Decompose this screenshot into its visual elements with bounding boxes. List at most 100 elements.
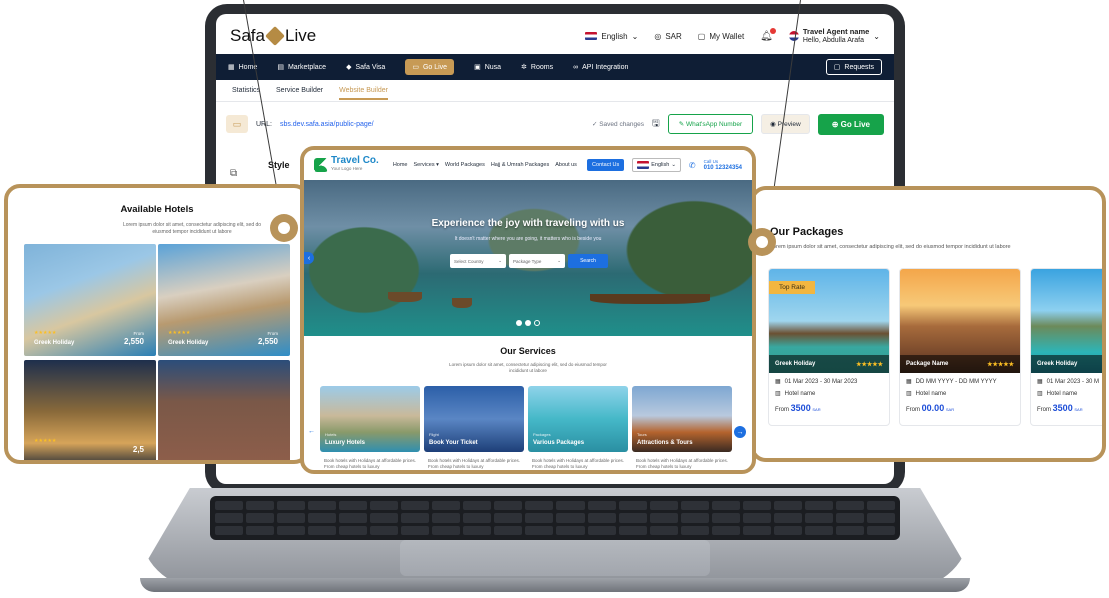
package-card[interactable]: Package Name ★★★★★ ▦ DD MM YYYY - DD MM YY…	[899, 268, 1021, 426]
trackpad	[400, 540, 710, 576]
package-card[interactable]: Top Rate Greek Holiday ★★★★★ ▦ 01 Mar 2023…	[768, 268, 890, 426]
chevron-down-icon: ⌄	[631, 31, 639, 41]
service-card[interactable]: Packages Various Packages	[528, 386, 628, 452]
package-dates: DD MM YYYY - DD MM YYYY	[915, 378, 997, 385]
nav-home[interactable]: ▦ Home	[228, 63, 257, 72]
hotel-card[interactable]: ★★★★★ Greek Holiday From 2,550	[24, 244, 156, 356]
logo-text-2: Live	[284, 26, 317, 45]
keyboard-key	[866, 513, 895, 523]
our-packages-card: Our Packages Lorem ipsum dolor sit amet,…	[750, 186, 1106, 462]
site-logo[interactable]: Travel Co. Your Logo Here	[314, 156, 379, 173]
nav-go-live[interactable]: ▭ Go Live	[405, 59, 455, 75]
hotel-card[interactable]: ★★★★★ Greek Holiday From 2,550	[158, 244, 290, 356]
keyboard-key	[525, 501, 554, 511]
whatsapp-number-button[interactable]: ✎ What'sApp Number	[667, 114, 754, 134]
builder-tabs: Statistics Service Builder Website Build…	[216, 80, 894, 102]
us-flag-icon	[585, 32, 598, 40]
keyboard-key	[277, 525, 306, 535]
style-panel-icon[interactable]: ⧉	[230, 168, 237, 179]
tab-service-builder[interactable]: Service Builder	[276, 87, 323, 94]
price-value: 00.00	[921, 403, 945, 413]
cube-icon: ◆	[346, 64, 352, 71]
hotel-name: Greek Holiday	[34, 340, 75, 346]
tab-statistics[interactable]: Statistics	[232, 87, 260, 94]
requests-button[interactable]: ▢ Requests	[825, 59, 882, 75]
nav-rooms[interactable]: ✲ Rooms	[521, 63, 553, 72]
agent-profile[interactable]: Travel Agent name Hello, Abdulla Arafa ⌄	[788, 27, 880, 45]
requests-label: Requests	[844, 63, 874, 71]
keyboard-key	[215, 513, 244, 523]
nav-marketplace[interactable]: ▤ Marketplace	[277, 63, 326, 72]
service-category: Tours	[637, 432, 647, 437]
site-language-selector[interactable]: English ⌄	[632, 158, 681, 172]
tab-website-builder[interactable]: Website Builder	[339, 87, 388, 100]
keyboard-key	[463, 501, 492, 511]
currency-selector[interactable]: ◎ SAR	[654, 32, 681, 41]
keyboard-key	[556, 525, 585, 535]
builder-url-row: ▭ URL: sbs.dev.safa.asia/public-page/ ✓ …	[216, 110, 894, 138]
keyboard-key	[649, 501, 678, 511]
search-button[interactable]: Search	[568, 254, 608, 268]
package-stars: ★★★★★	[987, 361, 1014, 368]
keyboard-key	[835, 513, 864, 523]
keyboard-key	[339, 501, 368, 511]
hero-prev-arrow[interactable]: ‹	[304, 252, 314, 264]
save-icon[interactable]: 🖫︎	[652, 116, 660, 132]
nav-safa-visa[interactable]: ◆ Safa Visa	[346, 63, 385, 72]
service-description: Book hotels with Holidays at affordable …	[532, 458, 624, 469]
nav-api-integration[interactable]: ∞ API Integration	[573, 64, 628, 71]
hotel-card[interactable]	[158, 360, 290, 460]
hotels-title: Available Hotels	[120, 204, 194, 215]
saved-text: Saved changes	[599, 121, 645, 128]
service-card[interactable]: Hotels Luxury Hotels	[320, 386, 420, 452]
from-label: From	[775, 407, 789, 413]
keyboard-key	[804, 513, 833, 523]
service-card[interactable]: Flight Book Your Ticket	[424, 386, 524, 452]
keyboard-key	[277, 513, 306, 523]
contact-us-button[interactable]: Contact Us	[587, 159, 625, 171]
services-next-arrow[interactable]: →	[734, 426, 746, 438]
language-selector[interactable]: English ⌄	[585, 32, 638, 41]
go-live-label: Go Live	[840, 119, 870, 129]
chevron-down-icon: ⌄	[557, 258, 561, 263]
site-navbar: Travel Co. Your Logo Here Home Services ▾…	[304, 150, 752, 180]
laptop-front-edge	[140, 578, 970, 592]
keyboard-key	[711, 513, 740, 523]
carousel-dot[interactable]	[525, 320, 531, 326]
keyboard-key	[773, 513, 802, 523]
hotel-card[interactable]: ★★★★★ 2,5	[24, 360, 156, 460]
go-live-button[interactable]: ⊕ Go Live	[817, 113, 884, 135]
nav-nusa[interactable]: ▣ Nusa	[474, 63, 501, 72]
preview-button[interactable]: ◉ Preview	[761, 114, 810, 134]
site-link-home[interactable]: Home	[393, 162, 408, 168]
keyboard-key	[742, 513, 771, 523]
keyboard-key	[866, 501, 895, 511]
service-description: Book hotels with Holidays at affordable …	[324, 458, 416, 469]
wallet-button[interactable]: ▢ My Wallet	[698, 32, 744, 41]
public-url-link[interactable]: sbs.dev.safa.asia/public-page/	[280, 121, 374, 128]
service-category: Flight	[429, 432, 439, 437]
nav-label: Go Live	[422, 63, 448, 71]
call-us[interactable]: Call Us 010 12324354	[704, 159, 742, 171]
site-link-hajj-umrah[interactable]: Hajj & Umrah Packages	[491, 162, 549, 168]
services-prev-arrow[interactable]: ←	[308, 428, 315, 435]
select-country-dropdown[interactable]: Select Country ⌄	[450, 254, 506, 268]
site-link-about[interactable]: About us	[555, 162, 577, 168]
monitor-icon[interactable]: ▭	[226, 115, 248, 133]
keyboard-key	[463, 525, 492, 535]
site-link-services[interactable]: Services ▾	[413, 162, 438, 168]
keyboard-key	[215, 525, 244, 535]
keyboard-key	[649, 513, 678, 523]
service-card[interactable]: Tours Attractions & Tours	[632, 386, 732, 452]
calendar-icon: ▦	[1037, 379, 1043, 385]
safa-live-logo[interactable]: Safa Live	[230, 26, 316, 46]
price-value: 3500	[1052, 403, 1073, 413]
hotel-stars: ★★★★★	[168, 330, 191, 336]
keyboard-key	[277, 501, 306, 511]
carousel-dot[interactable]	[516, 320, 522, 326]
package-card[interactable]: Greek Holiday ▦ 01 Mar 2023 - 30 M ▥ Hotel…	[1030, 268, 1102, 426]
package-type-dropdown[interactable]: Package Type ⌄	[509, 254, 565, 268]
carousel-dot[interactable]	[534, 320, 540, 326]
site-link-world-packages[interactable]: World Packages	[445, 162, 485, 168]
notifications-bell-icon[interactable]: 🔔︎	[760, 27, 776, 42]
